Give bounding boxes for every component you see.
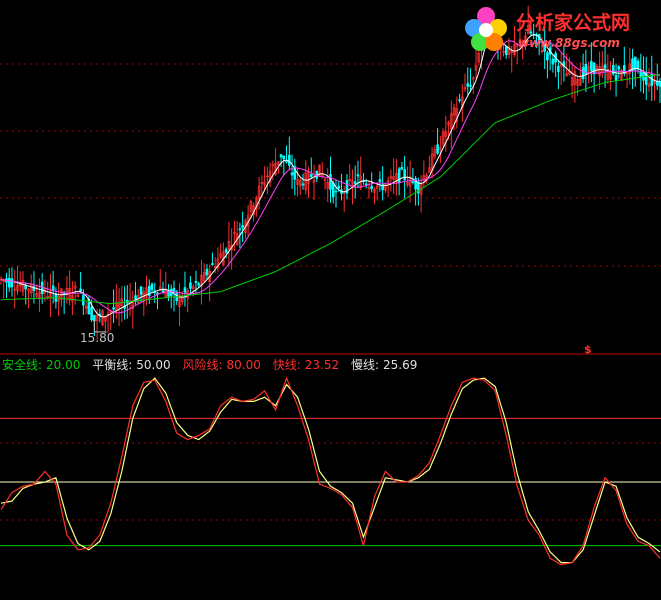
candle-body (309, 174, 313, 178)
candle-body (378, 179, 382, 182)
candle-body (90, 307, 93, 321)
site-logo: 分析家公式网 www.88gs.com (462, 2, 658, 58)
candle-body (592, 62, 596, 75)
candle-body (400, 166, 404, 170)
candle-body (603, 64, 607, 69)
candle-body (40, 281, 44, 295)
candle-body (301, 183, 305, 186)
candle-body (636, 60, 640, 69)
candle-body (189, 282, 192, 289)
candle-body (650, 74, 654, 86)
candle-body (458, 99, 461, 101)
legend-slow: 慢线: 25.69 (350, 358, 418, 372)
candle-body (329, 174, 332, 190)
candle-body (614, 74, 618, 81)
candle-body (356, 174, 360, 177)
signal-marker: $ (584, 343, 592, 356)
legend-balance: 平衡线: 50.00 (92, 358, 171, 372)
logo-url: www.88gs.com (518, 36, 620, 50)
candle-body (79, 288, 82, 291)
candle-body (655, 81, 659, 86)
candle-body (139, 286, 143, 295)
candle-body (581, 66, 585, 80)
candle-body (370, 185, 373, 190)
candle-body (557, 65, 560, 72)
candle-body (224, 248, 228, 253)
candle-body (639, 71, 643, 78)
candle-body (642, 71, 645, 81)
candle-body (238, 228, 242, 231)
candle-body (617, 66, 621, 70)
candle-body (241, 225, 244, 228)
candle-body (590, 61, 593, 71)
candle-body (197, 283, 200, 286)
legend-fast: 快线: 23.52 (272, 358, 340, 372)
candle-body (211, 263, 214, 265)
candle-body (288, 154, 291, 166)
candle-body (285, 160, 288, 163)
candle-body (279, 154, 283, 158)
candle-body (403, 169, 406, 180)
candle-body (112, 307, 115, 310)
flower-icon (465, 7, 507, 51)
candle-body (183, 287, 187, 293)
candle-body (353, 181, 357, 184)
candle-body (436, 144, 439, 154)
candle-body (331, 182, 335, 198)
chart-svg (0, 5, 661, 566)
candle-body (411, 181, 415, 183)
candle-body (10, 278, 14, 288)
candle-body (290, 172, 294, 176)
legend-risk: 风险线: 80.00 (182, 358, 261, 372)
logo-text: 分析家公式网 (516, 12, 631, 34)
candle-body (337, 185, 341, 189)
fast-line (0, 376, 661, 566)
candle-body (194, 281, 198, 283)
low-price-label: 15.80 (80, 331, 115, 345)
chart-stage: 15.80 $ 安全线: 20.00 平衡线: 50.00 风险线: 80.00 快线… (0, 0, 661, 600)
candle-body (7, 277, 11, 288)
candle-body (334, 190, 338, 193)
candle-body (205, 268, 209, 276)
indicator-legend: 安全线: 20.00 平衡线: 50.00 风险线: 80.00 快线: 23.52 慢… (2, 356, 425, 373)
candle-body (82, 294, 85, 306)
candle-body (466, 83, 470, 87)
candle-body (469, 84, 472, 87)
candle-body (150, 283, 154, 291)
legend-safe: 安全线: 20.00 (2, 358, 81, 372)
candle-body (282, 155, 286, 160)
candle-body (633, 56, 637, 70)
candle-body (551, 58, 555, 65)
